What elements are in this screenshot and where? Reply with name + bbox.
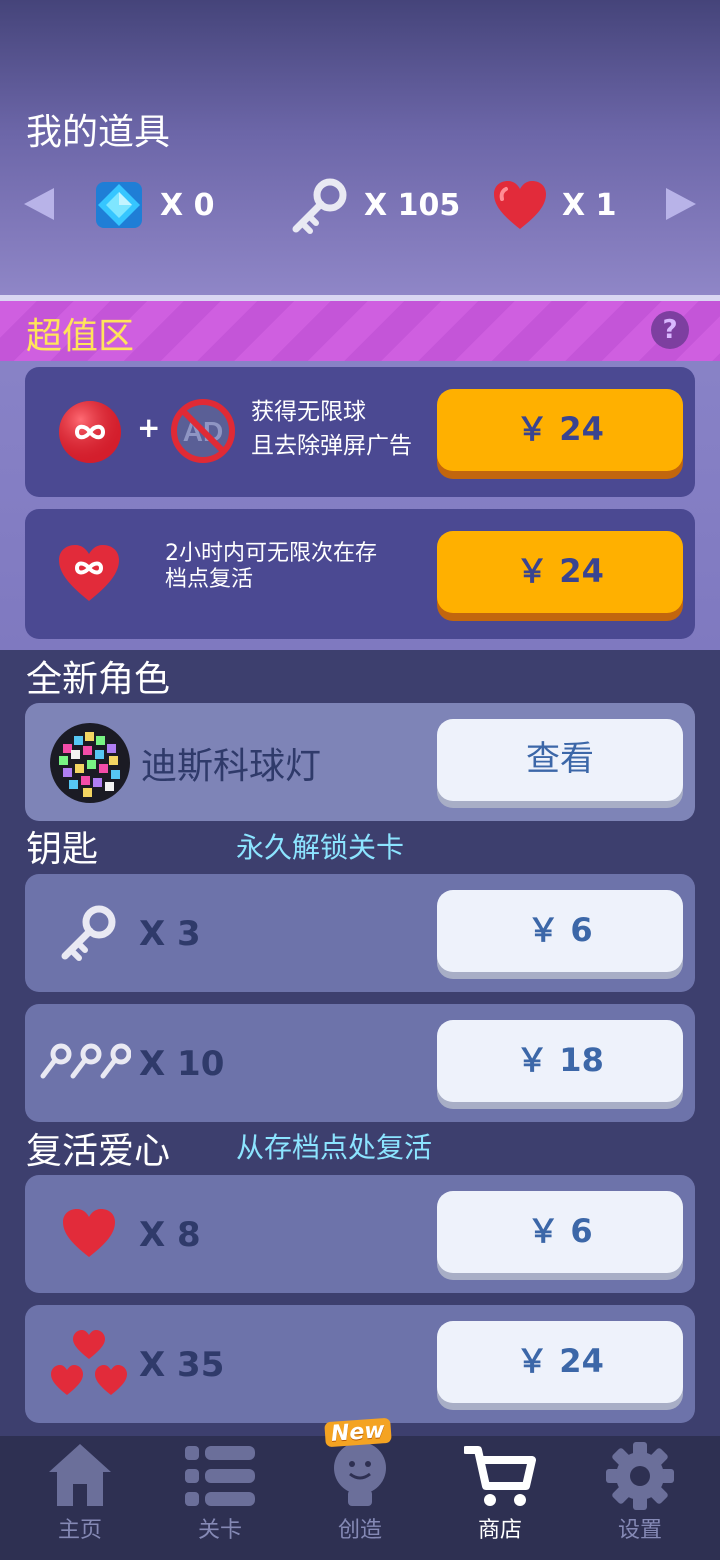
tab-levels[interactable]: 关卡 [150, 1436, 290, 1560]
buy-unlimited-revive-button[interactable]: ￥ 24 [437, 531, 683, 613]
tab-levels-label: 关卡 [197, 1518, 242, 1543]
gear-icon [606, 1442, 674, 1510]
keys-section-subtitle: 永久解锁关卡 [236, 831, 405, 864]
heart-pack-35-qty: X 35 [139, 1345, 225, 1385]
buy-unlimited-balls-button[interactable]: ￥ 24 [437, 389, 683, 471]
buy-heart-pack-8-button[interactable]: ￥ 6 [437, 1191, 683, 1273]
heart-count: X 1 [562, 187, 617, 223]
plus-icon: + [137, 411, 161, 444]
key-pack-3-card: X 3 ￥ 6 [25, 874, 695, 992]
gem-count: X 0 [160, 187, 215, 223]
list-icon [185, 1446, 255, 1506]
tab-shop[interactable]: 商店 [430, 1436, 570, 1560]
offer2-line2: 档点复活 [165, 567, 254, 592]
multiple-hearts-icon [51, 1330, 127, 1395]
inventory-panel: 我的道具 X 0 X 105 X 1 [0, 0, 720, 295]
infinite-heart-icon [59, 545, 119, 601]
tab-create-label: 创造 [337, 1518, 382, 1543]
hearts-section-title: 复活爱心 [26, 1131, 171, 1172]
heart-counter: X 1 [492, 175, 616, 235]
new-badge: New [324, 1417, 392, 1448]
deal-zone-header: 超值区 ? [0, 301, 720, 361]
buy-key-pack-10-button[interactable]: ￥ 18 [437, 1020, 683, 1102]
heart-pack-8-qty: X 8 [139, 1215, 201, 1255]
no-ads-icon: AD [171, 399, 235, 463]
key-pack-10-card: X 10 ￥ 18 [25, 1004, 695, 1122]
character-name: 迪斯科球灯 [141, 746, 322, 787]
buy-key-pack-3-button[interactable]: ￥ 6 [437, 890, 683, 972]
offer1-line2: 且去除弹屏广告 [251, 433, 412, 459]
key-pack-3-qty: X 3 [139, 914, 201, 954]
disco-ball-icon [50, 723, 130, 803]
home-icon [49, 1444, 111, 1506]
scroll-right-arrow-icon[interactable] [666, 188, 696, 220]
heart-icon [63, 1209, 115, 1257]
offer2-line1: 2小时内可无限次在存 [165, 541, 377, 566]
inventory-title: 我的道具 [26, 112, 171, 153]
characters-title: 全新角色 [26, 659, 171, 700]
tab-home-label: 主页 [57, 1518, 102, 1543]
heart-icon [494, 181, 546, 229]
key-icon [61, 905, 116, 961]
tab-settings-label: 设置 [617, 1518, 662, 1543]
lightbulb-icon [334, 1442, 386, 1506]
tab-shop-label: 商店 [477, 1518, 522, 1543]
key-pack-10-qty: X 10 [139, 1044, 225, 1084]
help-button[interactable]: ? [651, 311, 689, 349]
offer-unlimited-revive-card: 2小时内可无限次在存 档点复活 ￥ 24 [25, 509, 695, 639]
infinite-ball-icon [59, 401, 121, 463]
view-character-button[interactable]: 查看 [437, 719, 683, 801]
offer2-description: 2小时内可无限次在存 档点复活 [165, 541, 377, 593]
keys-section-title: 钥匙 [26, 829, 99, 870]
tab-home[interactable]: 主页 [10, 1436, 150, 1560]
character-card: 迪斯科球灯 查看 [25, 703, 695, 821]
key-icon [292, 178, 347, 234]
gem-counter: X 0 [92, 175, 214, 235]
scroll-left-arrow-icon[interactable] [24, 188, 54, 220]
heart-pack-8-card: X 8 ￥ 6 [25, 1175, 695, 1293]
tab-settings[interactable]: 设置 [570, 1436, 710, 1560]
cart-icon [464, 1446, 536, 1506]
gem-icon [96, 182, 142, 228]
hearts-section-subtitle: 从存档点处复活 [236, 1131, 433, 1164]
deal-zone-title: 超值区 [26, 316, 135, 357]
key-count: X 105 [364, 187, 461, 223]
offer1-description: 获得无限球 且去除弹屏广告 [251, 395, 412, 463]
key-counter: X 105 [290, 175, 460, 235]
bottom-navigation: 主页 关卡 创造 商店 设置 [0, 1436, 720, 1560]
multiple-keys-icon [40, 1043, 131, 1079]
offer1-line1: 获得无限球 [251, 399, 366, 425]
buy-heart-pack-35-button[interactable]: ￥ 24 [437, 1321, 683, 1403]
heart-pack-35-card: X 35 ￥ 24 [25, 1305, 695, 1423]
offer-unlimited-balls-card: + AD 获得无限球 且去除弹屏广告 ￥ 24 [25, 367, 695, 497]
tab-create[interactable]: 创造 [290, 1436, 430, 1560]
